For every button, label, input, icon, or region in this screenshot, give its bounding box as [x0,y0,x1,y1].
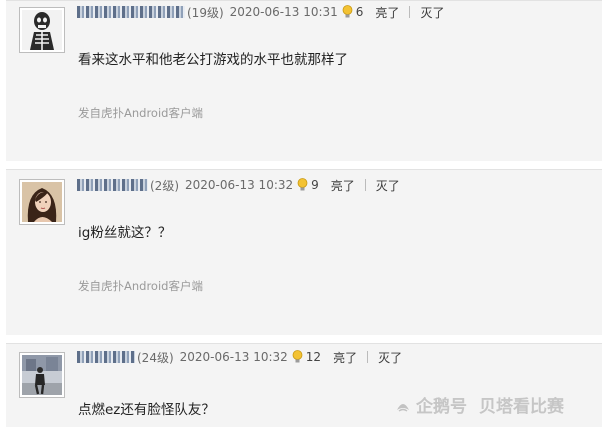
comment-meta: user-1 (19级) 2020-06-13 10:31 6 亮了 灭了 [77,4,444,20]
comment-meta: user-3 (24级) 2020-06-13 10:32 12 亮了 灭了 [77,349,402,365]
user-level: (24级) [137,350,174,365]
light-button[interactable]: 亮了 [333,349,357,366]
portrait-avatar-image [22,182,62,222]
watermark: 企鹅号 贝塔看比赛 [394,392,564,417]
divider [367,351,369,363]
post-datetime: 2020-06-13 10:32 [185,178,294,192]
watermark-author: 贝塔看比赛 [479,397,564,417]
post-source: 发自虎扑Android客户端 [78,106,203,120]
username[interactable]: user-2 [77,179,148,191]
penguin-logo-icon [397,403,409,412]
comment-meta: user-2 (2级) 2020-06-13 10:32 9 亮了 灭了 [77,177,400,193]
dim-button[interactable]: 灭了 [378,349,402,366]
post-datetime: 2020-06-13 10:31 [229,5,338,19]
dim-button[interactable]: 灭了 [376,177,400,194]
comment-text: 点燃ez还有脸怪队友？ [78,402,215,418]
comment-page: user-1 (19级) 2020-06-13 10:31 6 亮了 灭了 看来… [0,0,602,427]
avatar[interactable] [19,352,65,398]
username[interactable]: user-3 [77,351,135,363]
user-level: (19级) [187,5,224,20]
comment-item: user-1 (19级) 2020-06-13 10:31 6 亮了 灭了 看来… [6,0,602,161]
light-count: 12 [305,350,322,364]
light-count: 9 [311,178,319,192]
divider [409,6,411,18]
divider [364,179,366,191]
lightbulb-icon [292,350,303,363]
avatar[interactable] [19,179,65,225]
light-count: 6 [355,5,364,19]
username[interactable]: user-1 [77,6,185,18]
skeleton-avatar-image [22,10,62,50]
lightbulb-icon [297,178,308,191]
user-level: (2级) [150,178,179,193]
watermark-platform: 企鹅号 [416,397,467,417]
street-avatar-image [22,355,62,395]
comment-text: 看来这水平和他老公打游戏的水平也就那样了 [78,52,348,68]
comment-text: ig粉丝就这？？ [78,225,172,241]
post-source: 发自虎扑Android客户端 [78,279,203,293]
post-datetime: 2020-06-13 10:32 [179,350,288,364]
dim-button[interactable]: 灭了 [420,4,444,21]
lightbulb-icon [342,5,353,18]
avatar[interactable] [19,7,65,53]
comment-item: user-2 (2级) 2020-06-13 10:32 9 亮了 灭了 ig粉… [6,169,602,335]
light-button[interactable]: 亮了 [375,4,399,21]
light-button[interactable]: 亮了 [331,177,355,194]
